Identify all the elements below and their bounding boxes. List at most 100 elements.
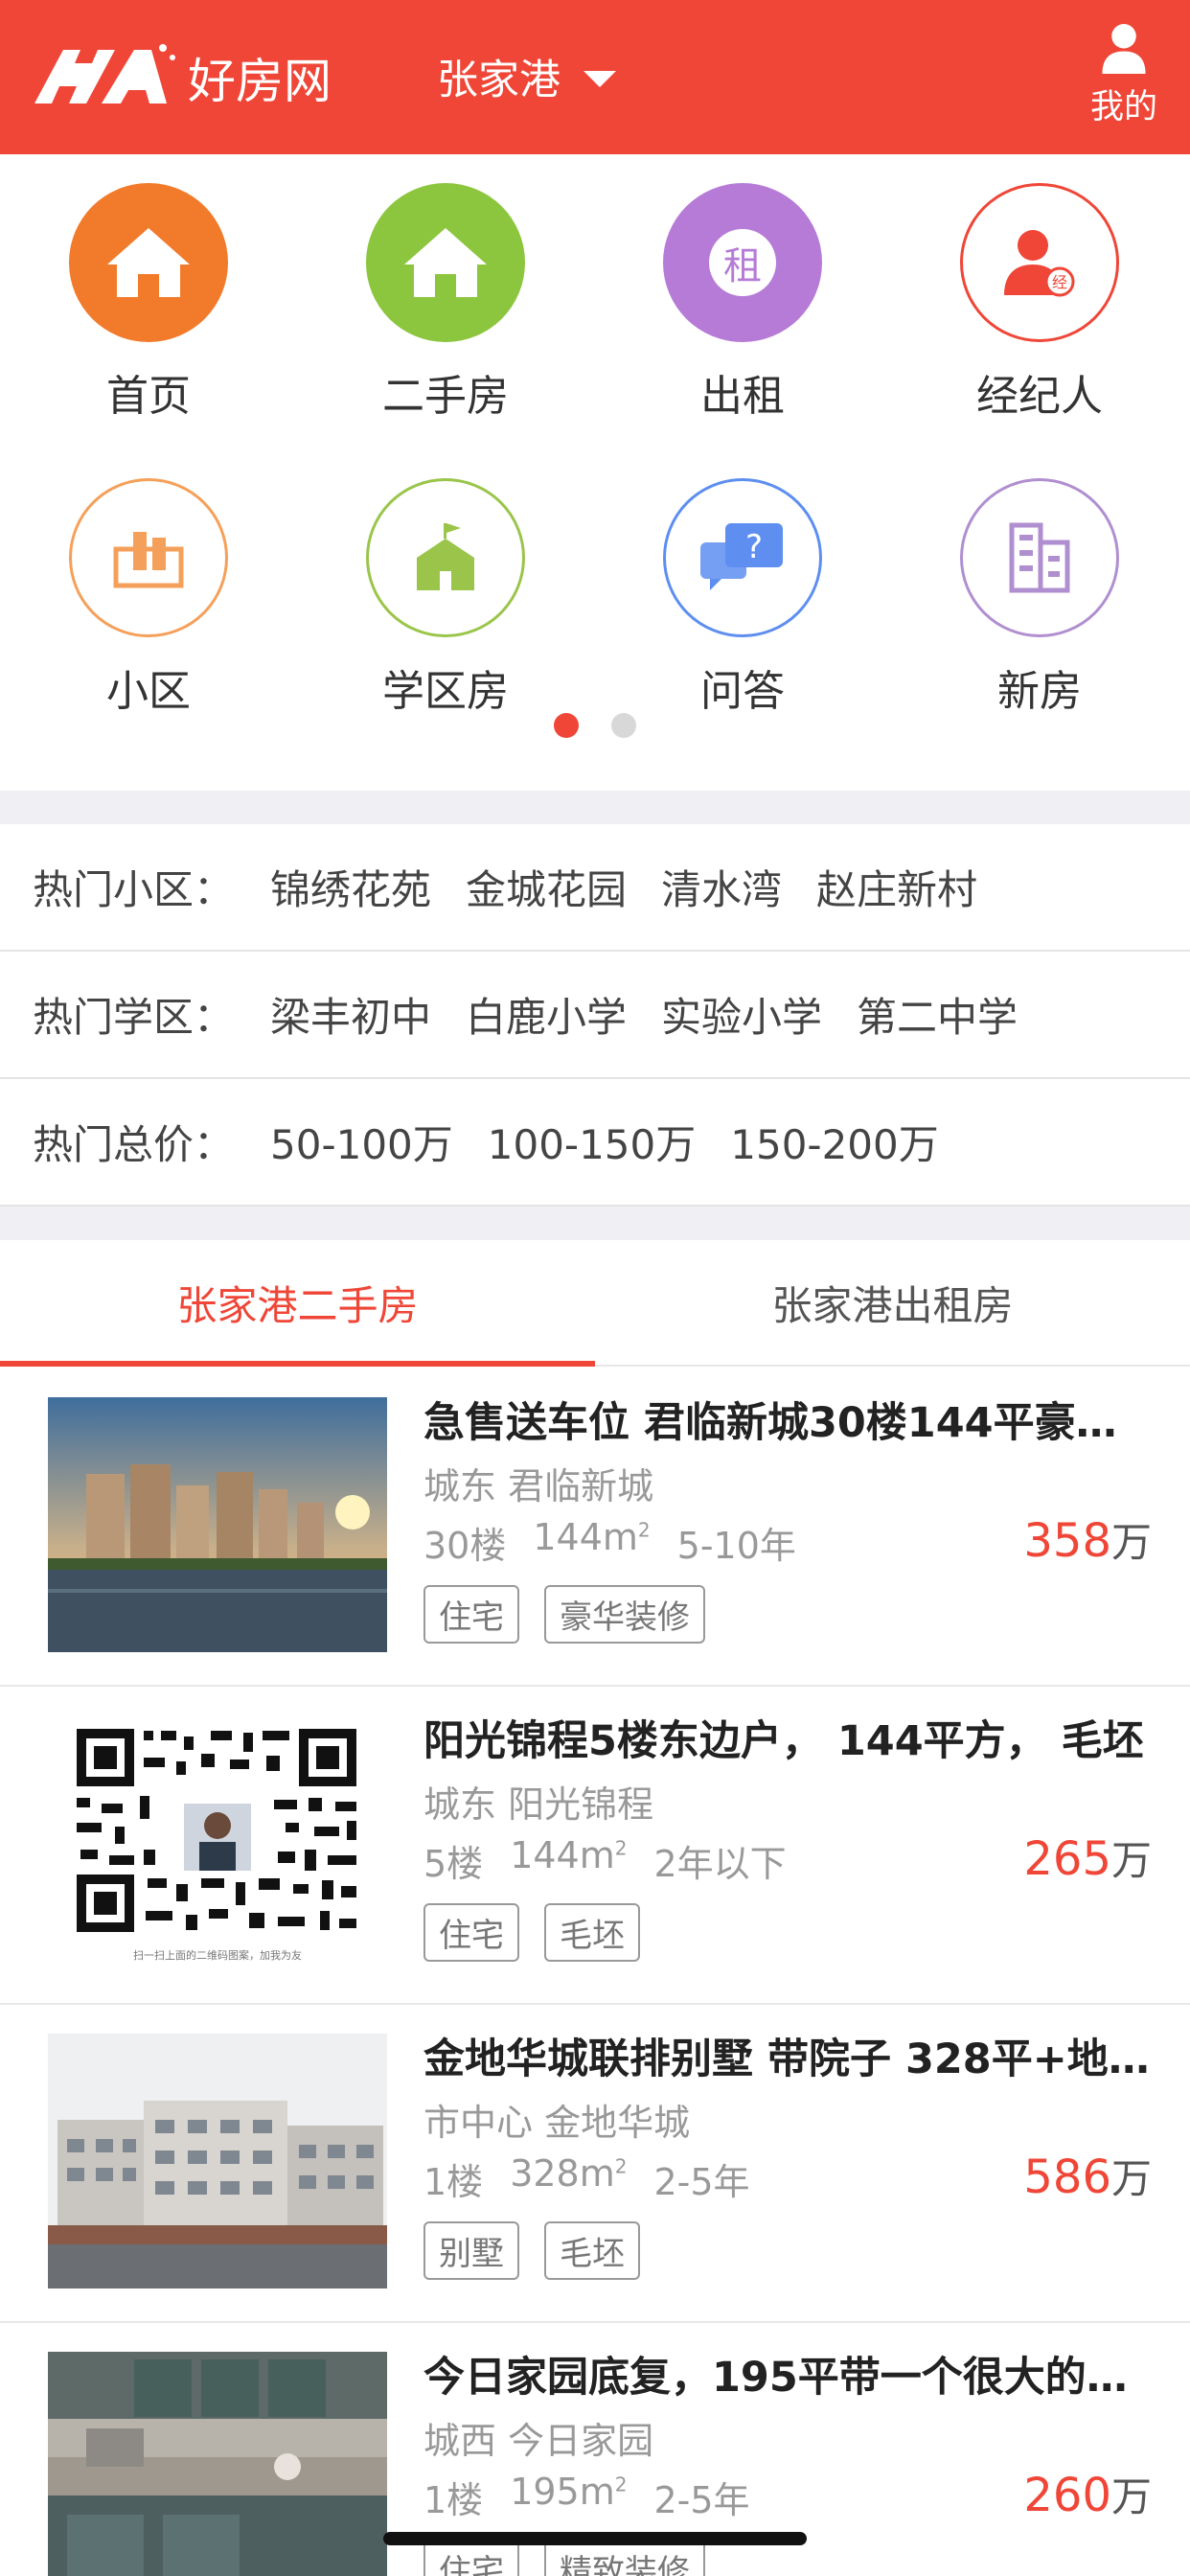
hot-price-row: 热门总价： 50-100万 100-150万 150-200万	[0, 1079, 1190, 1207]
listing-floor: 1楼	[423, 2161, 484, 2203]
hot-tag[interactable]: 实验小学	[661, 985, 822, 1044]
nav-label: 出租	[700, 372, 785, 421]
nav-school[interactable]: 学区房	[297, 478, 594, 747]
nav-label: 首页	[106, 372, 191, 421]
tab-rental[interactable]: 张家港出租房	[595, 1240, 1190, 1365]
svg-text:经: 经	[1052, 273, 1067, 291]
nav-rent[interactable]: 租 出租	[594, 183, 891, 451]
listing-price: 586万	[1023, 2150, 1152, 2204]
listing-floor: 1楼	[423, 2479, 484, 2521]
city-selector[interactable]: 张家港	[437, 48, 616, 105]
mine-label: 我的	[1089, 88, 1157, 126]
city-label: 张家港	[437, 57, 561, 104]
nav-label: 二手房	[382, 372, 509, 421]
listing-title: 急售送车位 君临新城30楼144平豪华装修	[423, 1399, 1152, 1447]
school-icon	[366, 478, 525, 637]
page-dot[interactable]	[611, 713, 636, 738]
listing-tag: 住宅	[423, 1903, 519, 1962]
brand-name: 好房网	[188, 54, 332, 109]
listing-tags: 住宅 毛坯	[423, 1903, 640, 1962]
listing-area: 195m2	[510, 2471, 628, 2513]
listing-area: 328m2	[510, 2152, 628, 2195]
qr-code-image: 扫一扫上面的二维码图案，加我为友	[48, 1715, 387, 1970]
listing-meta: 1楼 195m2 2-5年	[423, 2471, 750, 2523]
nav-label: 小区	[106, 667, 191, 716]
logo-icon: 好房网	[34, 44, 332, 109]
nav-label: 新房	[997, 667, 1082, 716]
listing-price: 265万	[1023, 1832, 1152, 1886]
chevron-down-icon	[584, 70, 616, 87]
listing-tags: 住宅 豪华装修	[423, 1585, 705, 1644]
agent-icon: 经	[960, 183, 1119, 342]
listing-age: 2-5年	[653, 2161, 750, 2203]
rent-icon: 租	[663, 183, 822, 342]
nav-label: 问答	[700, 667, 785, 716]
page-dot-active[interactable]	[554, 713, 579, 738]
nav-agent[interactable]: 经 经纪人	[891, 183, 1188, 451]
hot-row-title: 热门总价：	[33, 1121, 235, 1168]
listing-price: 260万	[1023, 2469, 1152, 2522]
listing-area: 144m2	[510, 1834, 628, 1876]
user-icon	[1102, 23, 1146, 74]
listing-tag: 毛坯	[544, 1903, 640, 1962]
nav-label: 经纪人	[976, 372, 1103, 421]
nav-qa[interactable]: ? 问答	[594, 478, 891, 747]
nav-second-hand[interactable]: 二手房	[297, 183, 594, 451]
listing-location: 城西 今日家园	[423, 2420, 654, 2462]
mine-button[interactable]: 我的	[1081, 23, 1167, 128]
section-divider	[0, 1207, 1190, 1240]
listing-photo	[48, 1397, 387, 1652]
listing-list: 急售送车位 君临新城30楼144平豪华装修 城东 君临新城 30楼 144m2 …	[0, 1368, 1190, 2576]
hot-tag[interactable]: 150-200万	[730, 1113, 939, 1171]
hot-tag[interactable]: 锦绣花苑	[270, 858, 431, 916]
listing-age: 2年以下	[653, 1843, 787, 1885]
listing-tag: 豪华装修	[544, 1585, 705, 1644]
listing-age: 5-10年	[676, 1525, 796, 1567]
listing-tags: 别墅 毛坯	[423, 2221, 640, 2280]
hot-tag[interactable]: 赵庄新村	[816, 858, 977, 916]
listing-title: 金地华城联排别墅 带院子 328平+地下室	[423, 2036, 1152, 2083]
qr-caption: 扫一扫上面的二维码图案，加我为友	[133, 1948, 302, 1962]
community-icon	[69, 478, 228, 637]
listing-title: 阳光锦程5楼东边户， 144平方， 毛坯	[423, 1717, 1144, 1765]
listing-item[interactable]: 金地华城联排别墅 带院子 328平+地下室 市中心 金地华城 1楼 328m2 …	[0, 2005, 1190, 2323]
listing-tag: 毛坯	[544, 2221, 640, 2280]
home-indicator[interactable]	[383, 2532, 807, 2545]
listing-meta: 30楼 144m2 5-10年	[423, 1516, 796, 1569]
section-divider	[0, 791, 1190, 824]
listing-meta: 1楼 328m2 2-5年	[423, 2152, 750, 2205]
page-indicator	[0, 713, 1190, 738]
hot-tag[interactable]: 100-150万	[488, 1113, 697, 1171]
building-icon	[960, 478, 1119, 637]
listing-location: 市中心 金地华城	[423, 2102, 691, 2144]
hot-tag[interactable]: 金城花园	[466, 858, 627, 916]
hot-section: 热门小区： 锦绣花苑 金城花园 清水湾 赵庄新村 热门学区： 梁丰初中 白鹿小学…	[0, 824, 1190, 1207]
category-grid: 首页 二手房 租 出租 经 经纪人 小区 学区房 ? 问答 新房	[0, 154, 1190, 791]
listing-item[interactable]: 急售送车位 君临新城30楼144平豪华装修 城东 君临新城 30楼 144m2 …	[0, 1368, 1190, 1687]
hot-tag[interactable]: 第二中学	[857, 985, 1018, 1044]
listing-photo	[48, 2034, 387, 2288]
hot-community-row: 热门小区： 锦绣花苑 金城花园 清水湾 赵庄新村	[0, 824, 1190, 952]
listing-item[interactable]: 扫一扫上面的二维码图案，加我为友 阳光锦程5楼东边户， 144平方， 毛坯 城东…	[0, 1687, 1190, 2005]
hot-row-title: 热门小区：	[33, 866, 235, 913]
hot-tag[interactable]: 清水湾	[661, 858, 782, 916]
listing-meta: 5楼 144m2 2年以下	[423, 1834, 787, 1887]
listing-location: 城东 君临新城	[423, 1465, 654, 1507]
listing-price: 358万	[1023, 1514, 1152, 1568]
hot-tag[interactable]: 白鹿小学	[466, 985, 627, 1044]
hot-tag[interactable]: 50-100万	[270, 1113, 453, 1171]
tab-second-hand[interactable]: 张家港二手房	[0, 1240, 595, 1367]
listing-location: 城东 阳光锦程	[423, 1783, 654, 1826]
nav-community[interactable]: 小区	[0, 478, 297, 747]
qa-icon: ?	[663, 478, 822, 637]
listing-tabs: 张家港二手房 张家港出租房	[0, 1240, 1190, 1367]
listing-tag: 别墅	[423, 2221, 519, 2280]
nav-home[interactable]: 首页	[0, 183, 297, 451]
hot-row-title: 热门学区：	[33, 994, 235, 1041]
listing-age: 2-5年	[653, 2479, 750, 2521]
hot-school-row: 热门学区： 梁丰初中 白鹿小学 实验小学 第二中学	[0, 952, 1190, 1079]
hot-tag[interactable]: 梁丰初中	[270, 985, 431, 1044]
brand-logo[interactable]: 好房网	[34, 36, 408, 117]
nav-new-house[interactable]: 新房	[891, 478, 1188, 747]
svg-text:?: ?	[745, 528, 763, 566]
